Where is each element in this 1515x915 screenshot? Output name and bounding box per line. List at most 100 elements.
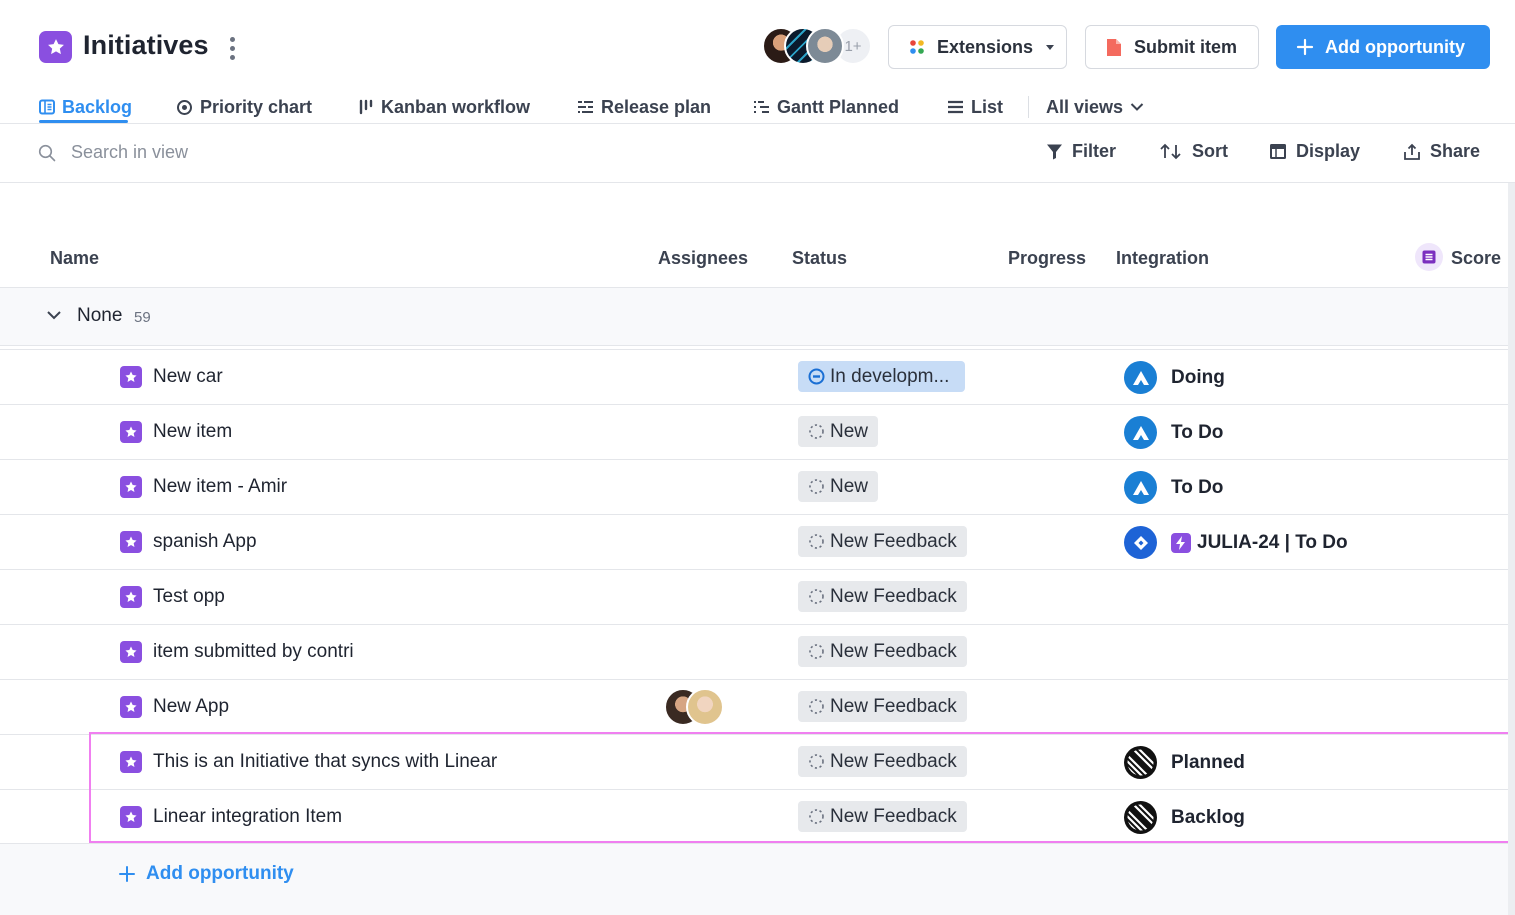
tab-label: Backlog [62, 96, 133, 117]
page-header: Initiatives 1+ Extensions Submit item Ad… [0, 0, 1515, 90]
group-label: None [77, 305, 123, 326]
star-icon [120, 421, 142, 443]
status-label: New [830, 475, 869, 497]
search-icon [38, 144, 56, 161]
integration-cell[interactable]: Backlog [1124, 801, 1245, 834]
status-badge[interactable]: New Feedback [798, 581, 967, 612]
active-tab-indicator [39, 120, 128, 123]
column-header-integration[interactable]: Integration [1116, 248, 1209, 269]
score-formula-icon[interactable] [1415, 243, 1443, 271]
kanban-icon [359, 99, 373, 115]
row-name[interactable]: New item - Amir [153, 476, 287, 498]
table-row[interactable]: This is an Initiative that syncs with Li… [0, 734, 1508, 789]
extensions-button[interactable]: Extensions [888, 25, 1067, 69]
star-icon [120, 476, 142, 498]
search-input[interactable]: Search in view [71, 142, 188, 163]
integration-cell[interactable]: Doing [1124, 361, 1225, 394]
star-icon [120, 531, 142, 553]
tab-kanban-workflow[interactable]: Kanban workflow [358, 92, 530, 122]
display-button[interactable]: Display [1269, 141, 1360, 162]
integration-cell[interactable]: To Do [1124, 416, 1223, 449]
row-name[interactable]: New item [153, 421, 232, 443]
row-name[interactable]: Test opp [153, 586, 225, 608]
extensions-label: Extensions [937, 36, 1034, 57]
group-count: 59 [134, 309, 151, 326]
table-row[interactable]: New item - Amir New To Do [0, 459, 1508, 514]
add-opportunity-row-button[interactable]: Add opportunity [118, 863, 294, 885]
sort-label: Sort [1192, 141, 1228, 161]
tab-backlog[interactable]: Backlog [39, 92, 132, 122]
status-badge[interactable]: New [798, 416, 879, 447]
tab-gantt-planned[interactable]: Gantt Planned [753, 92, 899, 122]
tab-priority-chart[interactable]: Priority chart [176, 92, 312, 122]
more-options-icon[interactable] [222, 33, 242, 63]
table-row[interactable]: spanish App New Feedback JULIA-24 | To D… [0, 514, 1508, 569]
lightning-icon [1171, 532, 1191, 553]
search-box[interactable]: Search in view [38, 142, 188, 163]
integration-cell[interactable]: Planned [1124, 746, 1245, 779]
row-name[interactable]: New App [153, 696, 229, 718]
integration-cell[interactable]: JULIA-24 | To Do [1124, 526, 1348, 559]
column-header-assignees[interactable]: Assignees [658, 248, 748, 269]
status-badge[interactable]: New Feedback [798, 636, 967, 667]
integration-status: JULIA-24 | To Do [1197, 531, 1348, 553]
status-badge[interactable]: New Feedback [798, 526, 967, 557]
status-label: New Feedback [830, 805, 957, 827]
status-badge[interactable]: New [798, 471, 879, 502]
status-label: New Feedback [830, 695, 957, 717]
table-row[interactable]: New car In developm... Doing [0, 349, 1508, 404]
table-row[interactable]: New item New To Do [0, 404, 1508, 459]
status-label: New [830, 420, 869, 442]
table-row[interactable]: Test opp New Feedback [0, 569, 1508, 624]
row-name[interactable]: Linear integration Item [153, 806, 342, 828]
status-badge[interactable]: New Feedback [798, 691, 967, 722]
integration-cell[interactable]: To Do [1124, 471, 1223, 504]
row-name[interactable]: This is an Initiative that syncs with Li… [153, 751, 497, 773]
linear-icon [1124, 801, 1157, 834]
avatar[interactable] [686, 688, 724, 726]
chevron-down-icon[interactable] [46, 308, 62, 326]
star-icon [120, 366, 142, 388]
integration-status: Planned [1171, 751, 1245, 773]
view-toolbar: Search in view Filter Sort Display Share [0, 124, 1515, 183]
group-header: None 59 [0, 288, 1508, 346]
table-row[interactable]: Linear integration Item New Feedback Bac… [0, 789, 1508, 844]
column-header-progress[interactable]: Progress [1008, 248, 1086, 269]
chevron-down-icon [1130, 103, 1144, 111]
status-label: In developm... [830, 365, 950, 387]
submit-item-label: Submit item [1134, 36, 1238, 57]
row-name[interactable]: New car [153, 366, 223, 388]
status-badge[interactable]: New Feedback [798, 801, 967, 832]
add-opportunity-button[interactable]: Add opportunity [1276, 25, 1490, 69]
submit-item-button[interactable]: Submit item [1085, 25, 1259, 69]
assignee-avatars[interactable] [664, 688, 724, 726]
plus-icon [119, 866, 135, 882]
vertical-scrollbar[interactable] [1508, 183, 1515, 915]
column-header-status[interactable]: Status [792, 248, 847, 269]
collaborator-avatars[interactable]: 1+ [762, 27, 872, 67]
tab-label: List [971, 96, 1004, 117]
row-name[interactable]: spanish App [153, 531, 257, 553]
avatar[interactable] [806, 27, 844, 65]
gantt-icon [754, 101, 769, 113]
tab-release-plan[interactable]: Release plan [577, 92, 711, 122]
display-label: Display [1296, 141, 1361, 161]
share-button[interactable]: Share [1403, 141, 1480, 162]
column-header-name[interactable]: Name [50, 248, 99, 269]
filter-button[interactable]: Filter [1046, 141, 1116, 162]
tab-label: Kanban workflow [381, 96, 531, 117]
extensions-icon [910, 40, 924, 54]
sort-button[interactable]: Sort [1159, 141, 1228, 162]
status-badge[interactable]: New Feedback [798, 746, 967, 777]
tab-list[interactable]: List [947, 92, 1003, 122]
table-row[interactable]: item submitted by contri New Feedback [0, 624, 1508, 679]
tab-all-views[interactable]: All views [1046, 92, 1144, 122]
status-badge[interactable]: In developm... [798, 361, 965, 392]
column-header-score[interactable]: Score [1451, 248, 1501, 269]
table-row[interactable]: New App New Feedback [0, 679, 1508, 734]
new-status-icon [809, 534, 824, 549]
status-label: New Feedback [830, 585, 957, 607]
row-name[interactable]: item submitted by contri [153, 641, 354, 663]
integration-status: Backlog [1171, 806, 1245, 828]
caret-down-icon [1046, 45, 1055, 50]
